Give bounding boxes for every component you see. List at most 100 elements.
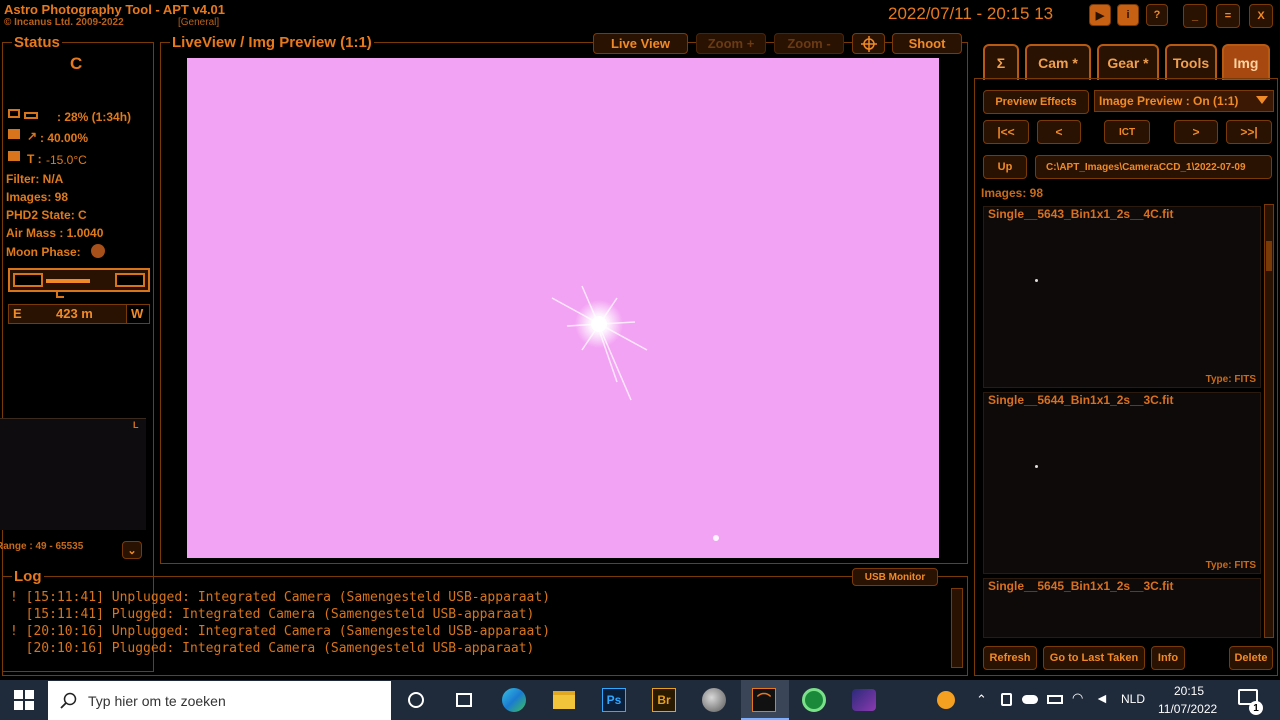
crosshair-icon: [860, 35, 877, 52]
tab-tools[interactable]: Tools: [1165, 44, 1217, 80]
humidity-value: : 40.00%: [40, 131, 89, 145]
live-view-button[interactable]: Live View: [593, 33, 688, 54]
scrollbar-thumb[interactable]: [1266, 241, 1272, 271]
info-button[interactable]: Info: [1151, 646, 1185, 670]
app-title: Astro Photography Tool - APT v4.01: [4, 2, 226, 17]
file-explorer-icon[interactable]: [548, 684, 580, 716]
task-view-icon[interactable]: [448, 684, 480, 716]
battery-icon: [24, 112, 38, 119]
log-scrollbar[interactable]: [951, 588, 963, 668]
planet-app-icon[interactable]: [698, 684, 730, 716]
goto-last-button[interactable]: Go to Last Taken: [1043, 646, 1145, 670]
refresh-button[interactable]: Refresh: [983, 646, 1037, 670]
folder-path[interactable]: C:\APT_Images\CameraCCD_1\2022-07-09: [1035, 155, 1272, 179]
zoom-out-button[interactable]: Zoom -: [774, 33, 844, 54]
tab-gear[interactable]: Gear *: [1097, 44, 1159, 80]
bridge-label: Br: [652, 688, 676, 712]
clock-time[interactable]: 20:15: [1174, 684, 1204, 698]
preview-effects-button[interactable]: Preview Effects: [983, 90, 1089, 114]
help-button[interactable]: ?: [1146, 4, 1168, 26]
histogram-range: Range : 49 - 65535: [0, 541, 84, 552]
preview-mode-select[interactable]: Image Preview : On (1:1): [1094, 90, 1274, 112]
play-button[interactable]: ▶: [1089, 4, 1111, 26]
list-item[interactable]: Single__5645_Bin1x1_2s__3C.fit: [983, 578, 1261, 638]
tab-camera[interactable]: Cam *: [1025, 44, 1091, 80]
phd2-app-icon[interactable]: [798, 684, 830, 716]
preview-mode-value: Image Preview : On (1:1): [1099, 94, 1239, 108]
search-placeholder: Typ hier om te zoeken: [88, 693, 226, 709]
restore-button[interactable]: =: [1216, 4, 1240, 28]
windows-start-icon[interactable]: [14, 690, 34, 710]
up-folder-button[interactable]: Up: [983, 155, 1027, 179]
apt-app-icon[interactable]: ⌒: [748, 684, 780, 716]
histogram-panel: [0, 418, 146, 530]
airmass-status: Air Mass : 1.0040: [6, 226, 104, 240]
clock-date[interactable]: 11/07/2022: [1158, 702, 1217, 716]
status-state: C: [70, 54, 83, 73]
next-image-button[interactable]: >: [1174, 120, 1218, 144]
scope-position-indicator: [8, 268, 150, 292]
orange-circle-icon[interactable]: [930, 684, 962, 716]
datetime: 2022/07/11 - 20:15 13: [888, 4, 1054, 23]
chevron-up-icon[interactable]: ⌃: [976, 692, 987, 708]
prev-image-button[interactable]: <: [1037, 120, 1081, 144]
log-line: [20:10:16] Plugged: Integrated Camera (S…: [10, 641, 535, 656]
direction-east: E: [13, 306, 22, 321]
status-title: Status: [12, 34, 62, 51]
histogram-log-label: L: [133, 420, 139, 430]
info-button[interactable]: i: [1117, 4, 1139, 26]
last-image-button[interactable]: >>|: [1226, 120, 1272, 144]
crosshair-button[interactable]: [852, 33, 885, 54]
cortana-icon[interactable]: [400, 684, 432, 716]
log-line: ! [20:10:16] Unplugged: Integrated Camer…: [10, 624, 551, 639]
thumbnail-star: [1035, 279, 1038, 282]
taskbar-search-input[interactable]: Typ hier om te zoeken: [48, 681, 391, 720]
star-image: [551, 285, 719, 541]
log-line: [15:11:41] Plugged: Integrated Camera (S…: [10, 607, 535, 622]
profile-label: [General]: [178, 17, 220, 28]
altitude-value: 423 m: [56, 306, 93, 321]
zoom-in-button[interactable]: Zoom +: [696, 33, 766, 54]
images-count: Images: 98: [981, 186, 1044, 200]
edge-icon[interactable]: [498, 684, 530, 716]
first-image-button[interactable]: |<<: [983, 120, 1029, 144]
file-name: Single__5644_Bin1x1_2s__3C.fit: [988, 393, 1174, 407]
stellarium-icon[interactable]: [848, 684, 880, 716]
shoot-button[interactable]: Shoot: [892, 33, 962, 54]
wifi-icon[interactable]: ◠: [1072, 690, 1083, 706]
moon-phase-icon: [91, 244, 105, 258]
usb-monitor-button[interactable]: USB Monitor: [852, 568, 938, 586]
list-item[interactable]: Single__5644_Bin1x1_2s__3C.fit Type: FIT…: [983, 392, 1261, 574]
scope-left-box: [13, 273, 43, 287]
delete-button[interactable]: Delete: [1229, 646, 1273, 670]
camera-temp-icon: [8, 151, 20, 161]
log-line: ! [15:11:41] Unplugged: Integrated Camer…: [10, 590, 551, 605]
bridge-icon[interactable]: Br: [648, 684, 680, 716]
close-button[interactable]: X: [1249, 4, 1273, 28]
photoshop-icon[interactable]: Ps: [598, 684, 630, 716]
scope-bar: [46, 279, 90, 283]
device-icon[interactable]: [1001, 693, 1012, 706]
list-item[interactable]: Single__5643_Bin1x1_2s__4C.fit Type: FIT…: [983, 206, 1261, 388]
ict-button[interactable]: ICT: [1104, 120, 1150, 144]
file-list-scrollbar[interactable]: [1264, 204, 1274, 638]
chevron-down-icon: [1256, 96, 1268, 104]
file-type: Type: FITS: [1205, 560, 1256, 571]
battery-level: : 28% (1:34h): [57, 110, 132, 124]
camera-icon: [8, 129, 20, 139]
app-copyright: © Incanus Ltd. 2009-2022: [4, 17, 124, 28]
image-preview: [187, 58, 939, 558]
expand-histogram-button[interactable]: ⌄: [122, 541, 142, 559]
minimize-button[interactable]: _: [1183, 4, 1207, 28]
language-indicator[interactable]: NLD: [1121, 692, 1145, 706]
humidity-icon: ↗: [27, 129, 38, 143]
file-type: Type: FITS: [1205, 374, 1256, 385]
direction-west: W: [131, 306, 144, 321]
cloud-icon[interactable]: [1022, 695, 1038, 704]
battery-tray-icon[interactable]: [1047, 695, 1063, 704]
tab-summary[interactable]: Σ: [983, 44, 1019, 80]
volume-icon[interactable]: ◄: [1095, 690, 1109, 706]
tab-img[interactable]: Img: [1222, 44, 1270, 80]
file-name: Single__5645_Bin1x1_2s__3C.fit: [988, 579, 1174, 593]
laptop-icon: [8, 109, 20, 118]
